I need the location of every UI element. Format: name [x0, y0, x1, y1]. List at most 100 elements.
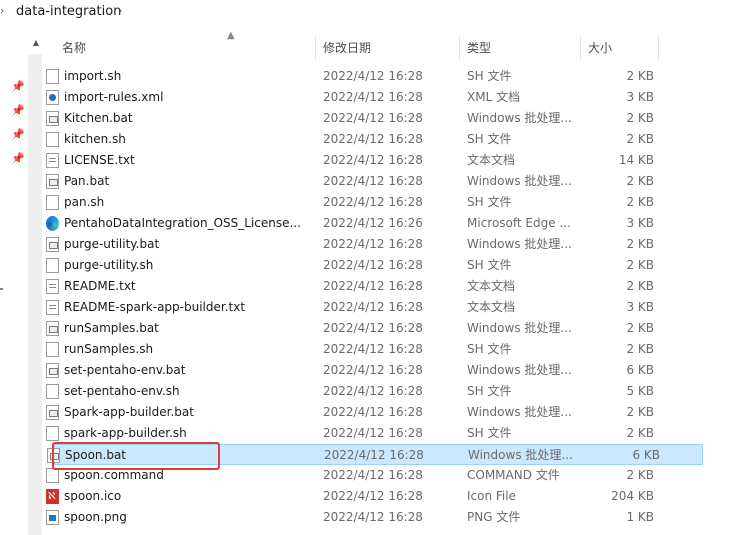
file-size: 6 KB	[632, 448, 660, 462]
file-row[interactable]: PentahoDataIntegration_OSS_License... 202…	[44, 213, 737, 234]
file-name: kitchen.sh	[64, 132, 126, 146]
pin-icon[interactable]: 📌	[11, 104, 25, 117]
file-date: 2022/4/12 16:28	[323, 69, 423, 83]
breadcrumb: › data-integration ›	[0, 0, 737, 26]
file-size: 2 KB	[626, 426, 654, 440]
file-size: 2 KB	[626, 195, 654, 209]
bat-file-icon	[46, 363, 59, 378]
file-row[interactable]: README.txt 2022/4/12 16:28 文本文档 2 KB	[44, 276, 737, 297]
column-divider[interactable]	[459, 36, 460, 60]
file-row[interactable]: kitchen.sh 2022/4/12 16:28 SH 文件 2 KB	[44, 129, 737, 150]
column-header-type[interactable]: 类型	[467, 36, 491, 60]
pin-icon[interactable]: 📌	[11, 80, 25, 93]
file-date: 2022/4/12 16:28	[323, 363, 423, 377]
file-date: 2022/4/12 16:28	[323, 258, 423, 272]
file-size: 2 KB	[626, 342, 654, 356]
txt-file-icon	[46, 300, 59, 315]
file-size: 2 KB	[626, 111, 654, 125]
txt-file-icon	[46, 153, 59, 168]
file-date: 2022/4/12 16:28	[323, 153, 423, 167]
file-date: 2022/4/12 16:28	[323, 237, 423, 251]
file-type: Windows 批处理...	[467, 321, 572, 335]
file-date: 2022/4/12 16:28	[323, 384, 423, 398]
sh-file-icon	[46, 468, 59, 483]
file-type: Windows 批处理...	[467, 363, 572, 377]
file-size: 5 KB	[626, 384, 654, 398]
file-name: set-pentaho-env.sh	[64, 384, 180, 398]
breadcrumb-item-data-integration[interactable]: data-integration	[16, 4, 121, 19]
column-divider[interactable]	[580, 36, 581, 60]
file-name: purge-utility.sh	[64, 258, 154, 272]
file-row[interactable]: Pan.bat 2022/4/12 16:28 Windows 批处理... 2 KB	[44, 171, 737, 192]
file-date: 2022/4/12 16:28	[323, 405, 423, 419]
column-header-date[interactable]: 修改日期	[323, 36, 371, 60]
column-divider[interactable]	[315, 36, 316, 60]
sort-ascending-icon: ▲	[227, 30, 235, 41]
file-name: set-pentaho-env.bat	[64, 363, 186, 377]
file-row[interactable]: import-rules.xml 2022/4/12 16:28 XML 文档 3 K…	[44, 87, 737, 108]
file-row[interactable]: spoon.ico 2022/4/12 16:28 Icon File 204 KB	[44, 486, 737, 507]
sh-file-icon	[46, 426, 59, 441]
file-row[interactable]: set-pentaho-env.sh 2022/4/12 16:28 SH 文件 5 …	[44, 381, 737, 402]
file-row[interactable]: set-pentaho-env.bat 2022/4/12 16:28 Window…	[44, 360, 737, 381]
file-type: SH 文件	[467, 384, 512, 398]
breadcrumb-chevron-icon[interactable]: ›	[118, 4, 122, 17]
column-header-size[interactable]: 大小	[588, 36, 612, 60]
scroll-up-arrow-icon[interactable]: ▲	[30, 38, 42, 52]
file-date: 2022/4/12 16:28	[323, 279, 423, 293]
file-type: 文本文档	[467, 300, 516, 314]
file-size: 2 KB	[626, 258, 654, 272]
column-header-name[interactable]: 名称	[62, 36, 86, 60]
file-name: import-rules.xml	[64, 90, 164, 104]
file-size: 2 KB	[626, 237, 654, 251]
pane-divider	[0, 288, 3, 290]
file-row[interactable]: import.sh 2022/4/12 16:28 SH 文件 2 KB	[44, 66, 737, 87]
pin-icon[interactable]: 📌	[11, 128, 25, 141]
file-row[interactable]: purge-utility.bat 2022/4/12 16:28 Windows …	[44, 234, 737, 255]
file-type: SH 文件	[467, 342, 512, 356]
file-row[interactable]: runSamples.sh 2022/4/12 16:28 SH 文件 2 KB	[44, 339, 737, 360]
sh-file-icon	[46, 384, 59, 399]
sh-file-icon	[46, 132, 59, 147]
file-size: 3 KB	[626, 90, 654, 104]
file-type: 文本文档	[467, 153, 516, 167]
file-type: Windows 批处理...	[468, 448, 573, 462]
file-row[interactable]: Kitchen.bat 2022/4/12 16:28 Windows 批处理...…	[44, 108, 737, 129]
file-size: 1 KB	[626, 510, 654, 524]
file-row[interactable]: runSamples.bat 2022/4/12 16:28 Windows 批处理…	[44, 318, 737, 339]
bat-file-icon	[46, 174, 59, 189]
xml-file-icon	[46, 90, 59, 105]
file-type: Windows 批处理...	[467, 111, 572, 125]
navigation-pane: 📌 📌 📌 📌	[0, 36, 28, 535]
file-row[interactable]: LICENSE.txt 2022/4/12 16:28 文本文档 14 KB	[44, 150, 737, 171]
sh-file-icon	[46, 69, 59, 84]
file-size: 2 KB	[626, 321, 654, 335]
column-divider[interactable]	[658, 36, 659, 60]
file-size: 204 KB	[611, 489, 654, 503]
file-row[interactable]: spoon.png 2022/4/12 16:28 PNG 文件 1 KB	[44, 507, 737, 528]
file-type: SH 文件	[467, 132, 512, 146]
file-date: 2022/4/12 16:28	[323, 468, 423, 482]
file-date: 2022/4/12 16:26	[323, 216, 423, 230]
file-type: Windows 批处理...	[467, 237, 572, 251]
file-size: 2 KB	[626, 69, 654, 83]
file-row[interactable]: purge-utility.sh 2022/4/12 16:28 SH 文件 2 KB	[44, 255, 737, 276]
file-type: XML 文档	[467, 90, 521, 104]
bat-file-icon	[46, 237, 59, 252]
breadcrumb-separator[interactable]: ›	[0, 4, 4, 17]
pin-icon[interactable]: 📌	[11, 152, 25, 165]
file-row[interactable]: README-spark-app-builder.txt 2022/4/12 16…	[44, 297, 737, 318]
file-type: SH 文件	[467, 426, 512, 440]
file-name: Kitchen.bat	[64, 111, 133, 125]
file-row[interactable]: spark-app-builder.sh 2022/4/12 16:28 SH 文件…	[44, 423, 737, 444]
edge-file-icon	[46, 216, 59, 231]
file-row[interactable]: Spark-app-builder.bat 2022/4/12 16:28 Wind…	[44, 402, 737, 423]
file-date: 2022/4/12 16:28	[323, 321, 423, 335]
file-size: 2 KB	[626, 279, 654, 293]
file-row[interactable]: pan.sh 2022/4/12 16:28 SH 文件 2 KB	[44, 192, 737, 213]
file-type: Windows 批处理...	[467, 405, 572, 419]
scrollbar-track[interactable]	[28, 54, 42, 535]
file-name: pan.sh	[64, 195, 105, 209]
bat-file-icon	[46, 321, 59, 336]
file-size: 2 KB	[626, 468, 654, 482]
